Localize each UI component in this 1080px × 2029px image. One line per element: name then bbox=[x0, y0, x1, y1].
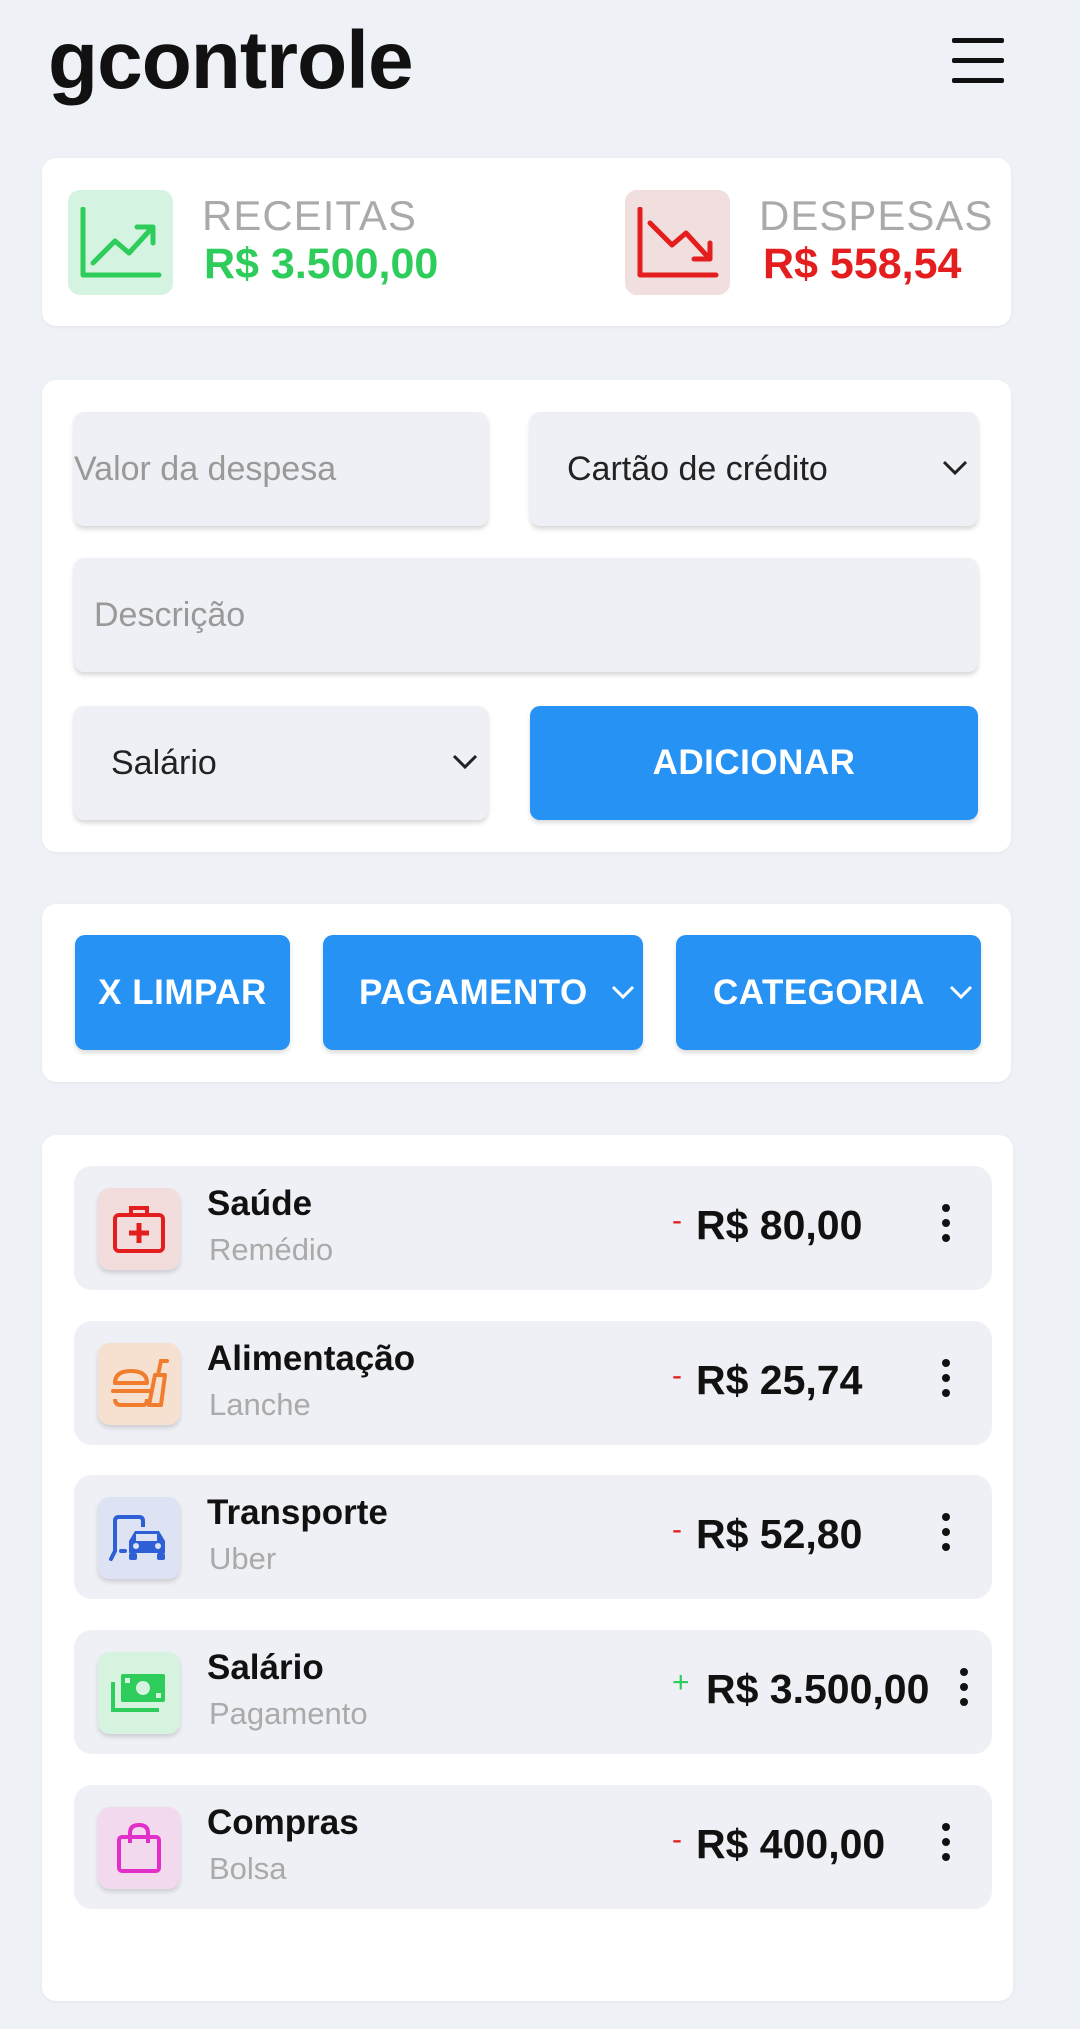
chevron-down-icon bbox=[949, 985, 973, 1000]
transaction-category: Saúde bbox=[207, 1184, 313, 1223]
expense-value-placeholder: Valor da despesa bbox=[74, 449, 337, 488]
more-options-icon[interactable] bbox=[958, 1668, 970, 1708]
more-options-icon[interactable] bbox=[940, 1513, 952, 1553]
payment-filter-button[interactable]: PAGAMENTO bbox=[323, 935, 643, 1050]
app-logo: gcontrole bbox=[48, 15, 414, 106]
transaction-list-card: Saúde Remédio - R$ 80,00 Alimentação Lan… bbox=[42, 1135, 1013, 2001]
transaction-sign: - bbox=[672, 1513, 682, 1546]
money-icon bbox=[98, 1652, 180, 1734]
more-options-icon[interactable] bbox=[940, 1823, 952, 1863]
clear-filters-button[interactable]: X LIMPAR bbox=[75, 935, 290, 1050]
transaction-description: Pagamento bbox=[209, 1696, 368, 1731]
transaction-amount: R$ 400,00 bbox=[696, 1821, 886, 1867]
add-button[interactable]: ADICIONAR bbox=[530, 706, 978, 820]
transaction-category: Alimentação bbox=[207, 1339, 416, 1378]
trending-up-icon bbox=[68, 190, 173, 295]
transaction-category: Transporte bbox=[207, 1493, 388, 1532]
transaction-description: Uber bbox=[209, 1541, 277, 1576]
trending-down-icon bbox=[625, 190, 730, 295]
transaction-row[interactable]: Salário Pagamento + R$ 3.500,00 bbox=[74, 1630, 992, 1754]
chevron-down-icon bbox=[611, 985, 635, 1000]
transaction-amount: R$ 80,00 bbox=[696, 1202, 863, 1248]
income-label: RECEITAS bbox=[202, 192, 417, 239]
app-header: gcontrole bbox=[0, 0, 1080, 130]
transaction-amount: R$ 52,80 bbox=[696, 1511, 863, 1557]
expense-form-card: Valor da despesa Cartão de crédito Descr… bbox=[42, 380, 1011, 852]
transaction-description: Bolsa bbox=[209, 1851, 287, 1886]
transaction-sign: - bbox=[672, 1204, 682, 1237]
transaction-row[interactable]: Compras Bolsa - R$ 400,00 bbox=[74, 1785, 992, 1909]
chevron-down-icon bbox=[452, 754, 478, 770]
category-filter-label: CATEGORIA bbox=[713, 972, 925, 1012]
transaction-row[interactable]: Alimentação Lanche - R$ 25,74 bbox=[74, 1321, 992, 1445]
category-filter-button[interactable]: CATEGORIA bbox=[676, 935, 981, 1050]
transaction-description: Remédio bbox=[209, 1232, 334, 1267]
transaction-amount: R$ 25,74 bbox=[696, 1357, 863, 1403]
more-options-icon[interactable] bbox=[940, 1359, 952, 1399]
summary-card: RECEITAS R$ 3.500,00 DESPESAS R$ 558,54 bbox=[42, 158, 1011, 326]
transaction-sign: - bbox=[672, 1823, 682, 1856]
payment-method-value: Cartão de crédito bbox=[567, 449, 828, 488]
transport-icon bbox=[98, 1497, 180, 1579]
description-input[interactable]: Descrição bbox=[74, 558, 978, 672]
transaction-row[interactable]: Saúde Remédio - R$ 80,00 bbox=[74, 1166, 992, 1290]
more-options-icon[interactable] bbox=[940, 1204, 952, 1244]
description-placeholder: Descrição bbox=[94, 595, 246, 634]
category-value: Salário bbox=[111, 743, 217, 782]
hamburger-menu-icon[interactable] bbox=[950, 36, 1010, 86]
transaction-row[interactable]: Transporte Uber - R$ 52,80 bbox=[74, 1475, 992, 1599]
chevron-down-icon bbox=[942, 460, 968, 476]
category-select[interactable]: Salário bbox=[74, 706, 488, 820]
payment-method-select[interactable]: Cartão de crédito bbox=[530, 412, 978, 526]
expense-value-input[interactable]: Valor da despesa bbox=[74, 412, 488, 526]
expense-label: DESPESAS bbox=[759, 192, 994, 239]
expense-value: R$ 558,54 bbox=[763, 240, 962, 288]
fast-food-icon bbox=[98, 1343, 180, 1425]
transaction-sign: - bbox=[672, 1359, 682, 1392]
medical-kit-icon bbox=[98, 1188, 180, 1270]
transaction-category: Salário bbox=[207, 1648, 324, 1687]
payment-filter-label: PAGAMENTO bbox=[359, 972, 588, 1012]
transaction-description: Lanche bbox=[209, 1387, 311, 1422]
add-button-label: ADICIONAR bbox=[652, 743, 856, 782]
transaction-sign: + bbox=[672, 1666, 690, 1699]
clear-filters-label: X LIMPAR bbox=[98, 972, 267, 1012]
filter-card: X LIMPAR PAGAMENTO CATEGORIA bbox=[42, 904, 1011, 1082]
transaction-category: Compras bbox=[207, 1803, 359, 1842]
transaction-amount: R$ 3.500,00 bbox=[706, 1666, 930, 1712]
shopping-bag-icon bbox=[98, 1807, 180, 1889]
income-value: R$ 3.500,00 bbox=[204, 240, 439, 288]
